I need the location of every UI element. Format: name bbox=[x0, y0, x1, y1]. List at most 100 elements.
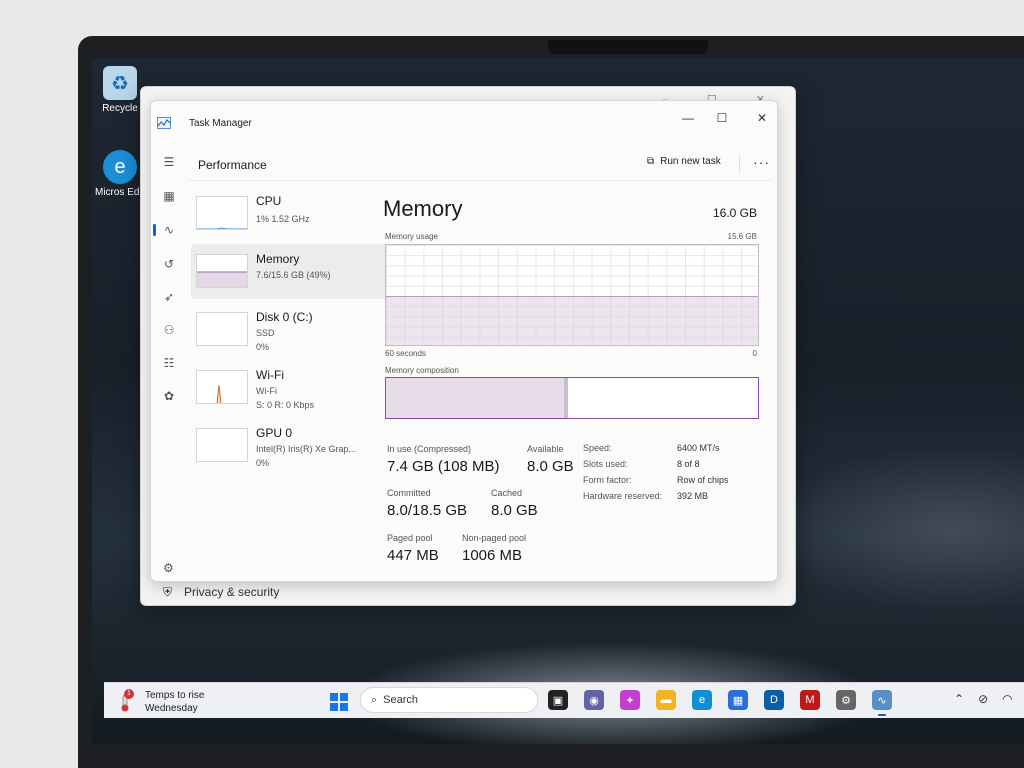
title-bar[interactable]: Task Manager — ☐ ✕ bbox=[151, 101, 777, 135]
sidebar-item-detail: SSD bbox=[256, 328, 275, 338]
sidebar-item-disk[interactable]: Disk 0 (C:) SSD 0% bbox=[191, 302, 413, 357]
taskbar-app-teams[interactable]: ◉ bbox=[584, 690, 604, 710]
network-off-icon[interactable]: ⊘ bbox=[978, 692, 988, 706]
resource-list: CPU 1% 1.52 GHz Memory 7.6/15.6 GB (49%)… bbox=[191, 186, 413, 476]
non-paged-pool-value: 1006 MB bbox=[462, 547, 523, 564]
sidebar-item-detail: 0% bbox=[256, 342, 270, 352]
in-use-label: In use (Compressed) bbox=[387, 444, 472, 454]
more-options-button[interactable]: ··· bbox=[753, 154, 770, 170]
sidebar-item-detail: Intel(R) Iris(R) Xe Grap... bbox=[256, 444, 357, 454]
memory-thumbnail-graph bbox=[196, 254, 248, 288]
cached-value: 8.0 GB bbox=[491, 502, 538, 519]
taskbar-app-task-view[interactable]: ▣ bbox=[548, 690, 568, 710]
privacy-security-label: Privacy & security bbox=[184, 585, 280, 599]
edge-icon: e bbox=[103, 150, 137, 184]
copilot-icon: ✦ bbox=[625, 694, 635, 707]
taskbar-app-store[interactable]: ▦ bbox=[728, 690, 748, 710]
app-history-icon[interactable]: ↺ bbox=[158, 253, 180, 275]
sidebar-item-detail: 7.6/15.6 GB (49%) bbox=[256, 270, 331, 280]
services-icon[interactable]: ✿ bbox=[158, 385, 180, 407]
form-factor-value: Row of chips bbox=[677, 475, 729, 485]
processes-icon[interactable]: ▦ bbox=[158, 185, 180, 207]
memory-composition-label: Memory composition bbox=[385, 366, 459, 375]
sidebar-item-label: GPU 0 bbox=[256, 426, 293, 440]
sidebar-item-label: Wi-Fi bbox=[256, 368, 284, 382]
search-placeholder: Search bbox=[383, 694, 419, 706]
sidebar-item-detail: Wi-Fi bbox=[256, 386, 277, 396]
taskbar-search[interactable]: ⌕ Search bbox=[360, 687, 538, 713]
taskbar-app-copilot[interactable]: ✦ bbox=[620, 690, 640, 710]
hamburger-menu-icon[interactable]: ☰ bbox=[158, 151, 180, 173]
windows-logo-tile bbox=[340, 693, 348, 701]
memory-composition-bar bbox=[385, 377, 759, 419]
sidebar-item-detail: S: 0 R: 0 Kbps bbox=[256, 400, 315, 410]
available-label: Available bbox=[527, 444, 564, 454]
taskbar-app-file-explorer[interactable]: ▬ bbox=[656, 690, 676, 710]
speed-label: Speed: bbox=[583, 443, 612, 453]
taskbar-app-edge[interactable]: e bbox=[692, 690, 712, 710]
maximize-button[interactable]: ☐ bbox=[709, 107, 735, 129]
committed-value: 8.0/18.5 GB bbox=[387, 502, 468, 519]
slots-used-value: 8 of 8 bbox=[677, 459, 700, 469]
file-explorer-icon: ▬ bbox=[660, 694, 672, 706]
memory-usage-graph bbox=[385, 244, 759, 346]
cpu-thumbnail-graph bbox=[196, 196, 248, 230]
mcafee-icon: M bbox=[805, 694, 815, 706]
privacy-security-item[interactable]: ⛨ Privacy & security bbox=[141, 579, 795, 605]
weather-alert-badge: 1 bbox=[124, 689, 134, 699]
performance-icon[interactable]: ∿ bbox=[153, 219, 180, 241]
store-icon: ▦ bbox=[732, 694, 744, 707]
users-icon[interactable]: ⚇ bbox=[158, 319, 180, 341]
taskbar-app-mcafee[interactable]: M bbox=[800, 690, 820, 710]
sidebar-item-wifi[interactable]: Wi-Fi Wi-Fi S: 0 R: 0 Kbps bbox=[191, 360, 413, 415]
sidebar-item-label: Memory bbox=[256, 252, 300, 266]
taskbar-app-dell[interactable]: D bbox=[764, 690, 784, 710]
minimize-button[interactable]: — bbox=[675, 107, 701, 129]
sidebar-item-label: Disk 0 (C:) bbox=[256, 310, 313, 324]
page-title: Performance bbox=[198, 158, 267, 172]
wifi-thumbnail-graph bbox=[196, 370, 248, 404]
hardware-reserved-value: 392 MB bbox=[677, 491, 709, 501]
start-button[interactable] bbox=[330, 693, 348, 711]
window-title: Task Manager bbox=[189, 118, 252, 129]
committed-label: Committed bbox=[387, 488, 431, 498]
wifi-icon[interactable]: ◠ bbox=[1002, 692, 1012, 706]
system-tray: ⌃ ⊘ ◠ bbox=[954, 692, 1013, 706]
memory-usage-label: Memory usage bbox=[385, 232, 438, 241]
memory-usage-max: 15.6 GB bbox=[727, 232, 757, 241]
disk-thumbnail-graph bbox=[196, 312, 248, 346]
sidebar-item-cpu[interactable]: CPU 1% 1.52 GHz bbox=[191, 186, 413, 241]
recycle-bin-icon: ♻ bbox=[103, 66, 137, 100]
weather-widget[interactable]: 1 Temps to rise Wednesday bbox=[118, 687, 228, 715]
navigation-rail: ☰ ▦ ∿ ↺ ➶ ⚇ ☷ ✿ bbox=[151, 151, 187, 581]
taskbar-app-task-manager[interactable]: ∿ bbox=[872, 690, 892, 716]
paged-pool-label: Paged pool bbox=[387, 533, 433, 543]
memory-total: 16.0 GB bbox=[712, 206, 757, 220]
settings-icon[interactable]: ⚙ bbox=[163, 561, 174, 575]
run-new-task-button[interactable]: ⧉ Run new task bbox=[647, 156, 721, 167]
cached-label: Cached bbox=[491, 488, 523, 498]
startup-apps-icon[interactable]: ➶ bbox=[158, 286, 180, 308]
windows-logo-tile bbox=[340, 703, 348, 711]
task-manager-icon bbox=[157, 117, 171, 129]
task-view-icon: ▣ bbox=[552, 694, 564, 707]
non-paged-pool-label: Non-paged pool bbox=[462, 533, 527, 543]
page-header: Performance ⧉ Run new task ··· bbox=[187, 145, 773, 181]
run-new-task-label: Run new task bbox=[660, 156, 721, 167]
settings-icon: ⚙ bbox=[841, 694, 851, 707]
sidebar-item-detail: 1% 1.52 GHz bbox=[256, 214, 310, 224]
memory-heading: Memory bbox=[383, 196, 463, 221]
close-button[interactable]: ✕ bbox=[749, 107, 775, 129]
sidebar-item-memory[interactable]: Memory 7.6/15.6 GB (49%) bbox=[191, 244, 413, 299]
header-divider bbox=[739, 155, 740, 173]
memory-in-use-segment bbox=[386, 378, 569, 418]
sidebar-item-gpu[interactable]: GPU 0 Intel(R) Iris(R) Xe Grap... 0% bbox=[191, 418, 413, 473]
chevron-up-icon[interactable]: ⌃ bbox=[954, 692, 964, 706]
dell-icon: D bbox=[770, 694, 778, 706]
memory-usage-fill bbox=[386, 296, 758, 345]
details-icon[interactable]: ☷ bbox=[158, 352, 180, 374]
weather-headline: Temps to rise bbox=[145, 690, 205, 701]
slots-used-label: Slots used: bbox=[583, 459, 628, 469]
teams-icon: ◉ bbox=[589, 694, 599, 707]
taskbar-app-settings[interactable]: ⚙ bbox=[836, 690, 856, 710]
